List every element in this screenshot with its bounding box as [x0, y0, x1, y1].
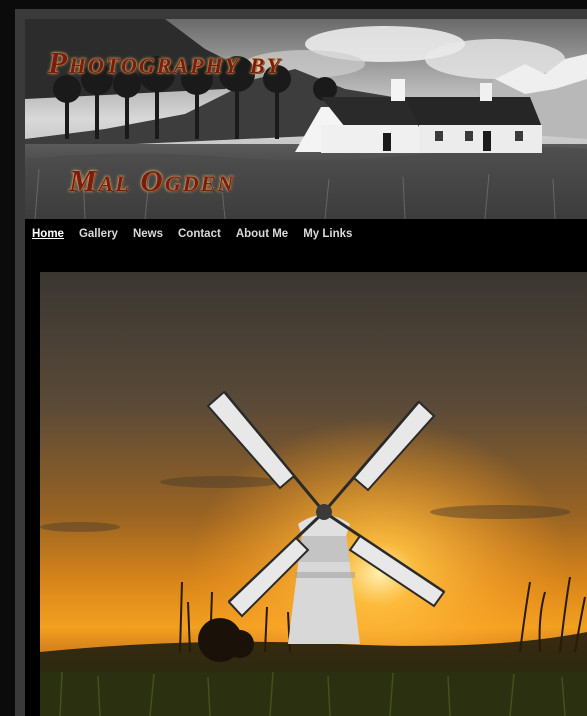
nav-item-about-me[interactable]: About Me — [236, 228, 288, 240]
nav-item-contact[interactable]: Contact — [178, 228, 221, 240]
page-content: Photography by Mal Ogden Home Gallery Ne… — [25, 19, 587, 716]
header-banner: Photography by Mal Ogden — [25, 19, 587, 219]
nav-item-news[interactable]: News — [133, 228, 163, 240]
feature-photo — [40, 272, 587, 716]
nav-item-home[interactable]: Home — [32, 228, 64, 240]
main-nav: Home Gallery News Contact About Me My Li… — [32, 228, 352, 240]
site-title-line-1: Photography by — [48, 45, 282, 80]
nav-item-gallery[interactable]: Gallery — [79, 228, 118, 240]
site-title-line-2: Mal Ogden — [69, 163, 236, 198]
windmill-sunset-image — [40, 272, 587, 716]
nav-item-my-links[interactable]: My Links — [303, 228, 352, 240]
